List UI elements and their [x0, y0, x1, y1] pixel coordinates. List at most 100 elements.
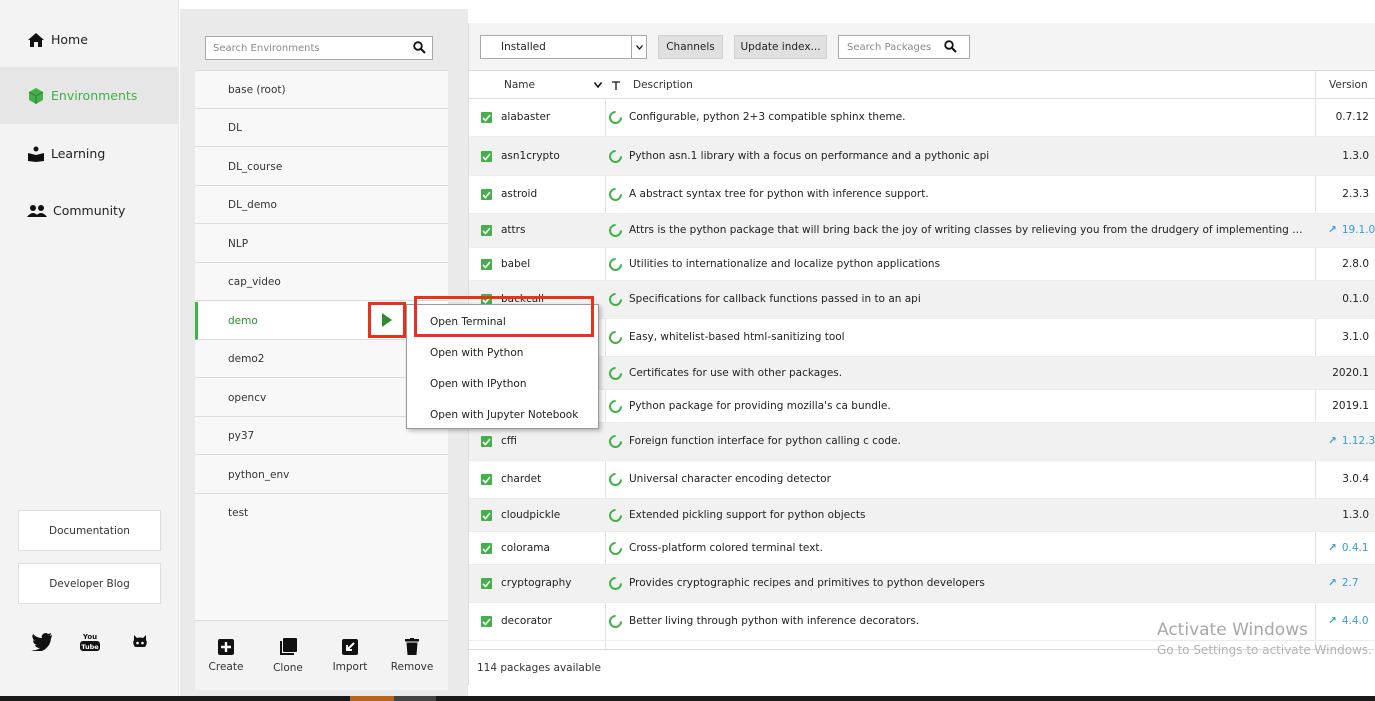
package-version-text: 1.12.3: [1341, 435, 1375, 447]
package-checkbox[interactable]: [481, 436, 492, 447]
documentation-button[interactable]: Documentation: [18, 510, 161, 551]
package-row[interactable]: chardet Universal character encoding dete…: [469, 461, 1375, 499]
menu-item-label: Open with Jupyter Notebook: [430, 408, 579, 421]
menu-item-open-with-ipython[interactable]: Open with IPython: [407, 368, 600, 399]
package-checkbox[interactable]: [481, 189, 492, 200]
developer-blog-button[interactable]: Developer Blog: [18, 563, 161, 604]
community-icon: [27, 204, 47, 217]
update-index-button[interactable]: Update index...: [734, 35, 827, 59]
status-icon: [606, 147, 625, 166]
package-row[interactable]: colorama Cross-platform colored terminal …: [469, 532, 1375, 565]
status-icon: [606, 108, 625, 127]
package-version-text: 2019.1: [1332, 400, 1369, 412]
update-arrow-icon: ↗: [1328, 435, 1337, 447]
package-version-text: 19.1.0: [1341, 224, 1375, 236]
package-checkbox[interactable]: [481, 151, 492, 162]
package-version-text: 4.4.0: [1341, 615, 1369, 627]
nav-community[interactable]: Community: [0, 182, 179, 239]
environment-item[interactable]: base (root): [195, 71, 448, 109]
package-version: 2.8.0: [1318, 258, 1375, 270]
environment-item[interactable]: test: [195, 494, 448, 532]
status-icon: [606, 221, 625, 240]
clone-icon: [280, 637, 297, 655]
learning-icon: [28, 146, 44, 162]
package-checkbox[interactable]: [481, 543, 492, 554]
package-checkbox[interactable]: [481, 225, 492, 236]
package-row[interactable]: backcall Specifications for callback func…: [469, 281, 1375, 319]
package-version-update[interactable]: ↗ 4.4.0: [1318, 615, 1375, 627]
environment-search-input[interactable]: Search Environments: [205, 36, 433, 60]
github-icon[interactable]: [128, 630, 152, 654]
nav-home[interactable]: Home: [0, 11, 179, 68]
package-filter-select[interactable]: Installed: [480, 35, 647, 59]
package-row[interactable]: asn1crypto Python asn.1 library with a fo…: [469, 137, 1375, 176]
channels-button[interactable]: Channels: [658, 35, 723, 59]
package-version-update[interactable]: ↗ 1.12.3: [1318, 435, 1375, 447]
menu-item-open-with-python[interactable]: Open with Python: [407, 337, 600, 368]
package-version-update[interactable]: ↗ 0.4.1: [1318, 542, 1375, 554]
svg-text:You: You: [82, 633, 97, 641]
package-version-update[interactable]: ↗ 19.1.0: [1318, 224, 1375, 236]
package-version-text: 3.1.0: [1342, 331, 1369, 343]
twitter-icon[interactable]: [30, 630, 54, 654]
search-icon[interactable]: [944, 40, 957, 53]
package-checkbox[interactable]: [481, 474, 492, 485]
nav-learning[interactable]: Learning: [0, 125, 179, 182]
package-description: Easy, whitelist-based html-sanitizing to…: [629, 331, 845, 343]
environment-item[interactable]: NLP: [195, 225, 448, 263]
create-label: Create: [208, 660, 244, 673]
youtube-icon[interactable]: You Tube: [78, 630, 102, 654]
column-header-name[interactable]: Name: [504, 71, 535, 99]
package-row[interactable]: certifiCertificates for use with other p…: [469, 357, 1375, 390]
environment-item[interactable]: DL_course: [195, 148, 448, 186]
package-name: alabaster: [501, 111, 551, 123]
package-row[interactable]: attrs Attrs is the python package that wi…: [469, 214, 1375, 248]
search-icon[interactable]: [413, 41, 426, 54]
menu-item-open-terminal[interactable]: Open Terminal: [407, 306, 600, 337]
import-button[interactable]: Import: [319, 621, 381, 690]
nav-environments[interactable]: Environments: [0, 67, 179, 124]
update-arrow-icon: ↗: [1328, 542, 1337, 554]
environment-item[interactable]: DL: [195, 109, 448, 147]
chevron-down-icon[interactable]: [631, 36, 646, 58]
package-checkbox[interactable]: [481, 112, 492, 123]
environment-item[interactable]: DL_demo: [195, 186, 448, 224]
create-button[interactable]: Create: [195, 621, 257, 690]
menu-item-open-with-jupyter[interactable]: Open with Jupyter Notebook: [407, 399, 600, 430]
column-header-description[interactable]: Description: [633, 71, 693, 99]
left-navigation: Home Environments Learning Community Doc…: [0, 0, 179, 701]
package-row[interactable]: cryptography Provides cryptographic recip…: [469, 565, 1375, 603]
package-checkbox[interactable]: [481, 616, 492, 627]
package-name: astroid: [501, 188, 538, 200]
taskbar-app-button[interactable]: [350, 696, 394, 701]
status-icon: [606, 255, 625, 274]
plus-icon: [218, 638, 234, 655]
package-row[interactable]: bleachEasy, whitelist-based html-sanitiz…: [469, 319, 1375, 357]
package-version: 3.1.0: [1318, 331, 1375, 343]
package-version-text: 2.7: [1341, 577, 1359, 589]
package-description: Specifications for callback functions pa…: [629, 293, 921, 305]
package-row[interactable]: cloudpickle Extended pickling support for…: [469, 499, 1375, 532]
environment-item[interactable]: cap_video: [195, 263, 448, 301]
taskbar-app-button[interactable]: [394, 696, 436, 701]
package-search-input[interactable]: Search Packages: [838, 35, 970, 59]
type-column-icon[interactable]: [612, 71, 620, 99]
column-header-version[interactable]: Version: [1329, 71, 1368, 99]
package-row[interactable]: cffi Foreign function interface for pytho…: [469, 423, 1375, 461]
package-row[interactable]: astroid A abstract syntax tree for python…: [469, 176, 1375, 214]
package-row[interactable]: ca-certificatesPython package for provid…: [469, 390, 1375, 423]
developer-blog-label: Developer Blog: [49, 577, 130, 590]
remove-button[interactable]: Remove: [381, 621, 443, 690]
environment-play-button[interactable]: [368, 302, 406, 338]
package-row[interactable]: alabaster Configurable, python 2+3 compat…: [469, 99, 1375, 137]
package-row[interactable]: babel Utilities to internationalize and l…: [469, 248, 1375, 281]
sort-chevron-icon[interactable]: [594, 71, 602, 99]
package-description: Extended pickling support for python obj…: [629, 509, 866, 521]
package-checkbox[interactable]: [481, 510, 492, 521]
package-version-update[interactable]: ↗ 2.7: [1318, 577, 1375, 589]
environment-item[interactable]: python_env: [195, 456, 448, 494]
package-version-text: 2020.1: [1332, 367, 1369, 379]
package-checkbox[interactable]: [481, 259, 492, 270]
clone-button[interactable]: Clone: [257, 621, 319, 690]
package-checkbox[interactable]: [481, 578, 492, 589]
